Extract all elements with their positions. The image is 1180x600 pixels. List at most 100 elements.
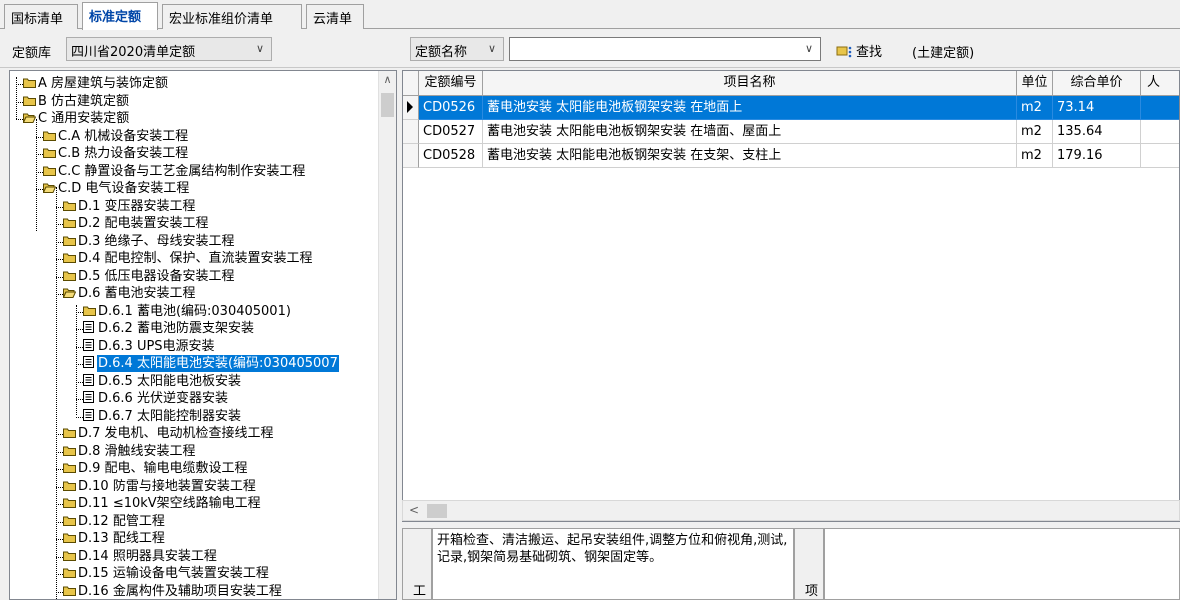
work-content-tab[interactable]: 工 (402, 528, 432, 600)
row-indicator[interactable] (403, 96, 419, 120)
tree-node[interactable]: C 通用安装定额 (22, 110, 130, 127)
table-cell-price: 73.14 (1053, 96, 1141, 120)
scroll-up-icon[interactable]: ∧ (379, 73, 396, 86)
tree-node[interactable]: D.6.4 太阳能电池安装(编码:030405007 (83, 355, 339, 372)
tree-node[interactable]: D.6 蓄电池安装工程 (62, 285, 197, 302)
work-content-tab-label: 工 (413, 584, 427, 599)
tree-node[interactable]: D.1 变压器安装工程 (63, 198, 197, 215)
tree-node[interactable]: D.14 照明器具安装工程 (63, 548, 218, 565)
tree-node-label: D.6.7 太阳能控制器安装 (98, 408, 241, 424)
folder-icon (63, 234, 76, 246)
tree-node[interactable]: D.7 发电机、电动机检查接线工程 (63, 425, 275, 442)
table-cell-code: CD0527 (419, 120, 483, 144)
tree-node[interactable]: D.5 低压电器设备安装工程 (63, 268, 236, 285)
tree-node[interactable]: C.D 电气设备安装工程 (42, 180, 190, 197)
chevron-down-icon: ∨ (255, 42, 265, 55)
tree-node[interactable]: C.A 机械设备安装工程 (43, 128, 189, 145)
tree-node[interactable]: D.6.7 太阳能控制器安装 (83, 408, 242, 425)
folder-icon (63, 496, 76, 508)
tree-node[interactable]: D.10 防雷与接地装置安装工程 (63, 478, 257, 495)
table-cell-price: 179.16 (1053, 144, 1141, 168)
tree-node-label: D.6.6 光伏逆变器安装 (98, 391, 228, 406)
tree-node[interactable]: D.9 配电、输电电缆敷设工程 (63, 460, 249, 477)
tree-node[interactable]: D.3 绝缘子、母线安装工程 (63, 233, 236, 250)
tree-node-label: B 仿古建筑定额 (38, 93, 130, 109)
column-header-name[interactable]: 项目名称 (483, 71, 1017, 96)
chevron-down-icon[interactable]: ∨ (802, 40, 816, 58)
tree-node[interactable]: D.16 金属构件及辅助项目安装工程 (63, 583, 283, 600)
search-button[interactable]: 查找 (836, 41, 882, 60)
document-icon (83, 321, 96, 333)
tab-cloud-list[interactable]: 云清单 (306, 4, 364, 29)
folder-icon (23, 94, 36, 106)
tree-node-label: D.16 金属构件及辅助项目安装工程 (78, 583, 282, 599)
tree-node[interactable]: D.2 配电装置安装工程 (63, 215, 210, 232)
tree-node-label: D.5 低压电器设备安装工程 (78, 268, 235, 284)
item-tab-label: 项 (805, 584, 819, 599)
tree-node-label: D.9 配电、输电电缆敷设工程 (78, 461, 248, 476)
scroll-left-icon[interactable]: < (409, 503, 419, 517)
tree-node[interactable]: D.6.5 太阳能电池板安装 (83, 373, 242, 390)
tree-node-label: D.11 ≤10kV架空线路输电工程 (78, 496, 261, 511)
row-indicator[interactable] (403, 120, 419, 144)
tree-node[interactable]: D.11 ≤10kV架空线路输电工程 (63, 495, 262, 512)
item-tab[interactable]: 项 (794, 528, 824, 600)
work-content-text: 开箱检查、清洁搬运、起吊安装组件,调整方位和俯视角,测试,记录,钢架简易基础砌筑… (432, 528, 794, 600)
scroll-thumb[interactable] (381, 93, 394, 117)
tree-node-label: C.A 机械设备安装工程 (58, 128, 189, 144)
column-header-code[interactable]: 定额编号 (419, 71, 483, 96)
tree-node-label: D.6.3 UPS电源安装 (98, 338, 215, 354)
table-cell-name: 蓄电池安装 太阳能电池板钢架安装 在地面上 (483, 96, 1017, 120)
tab-standard-quota[interactable]: 标准定额 (82, 2, 158, 30)
folder-icon (63, 251, 76, 263)
tree-node[interactable]: D.15 运输设备电气装置安装工程 (63, 565, 270, 582)
tree-node-label: C.D 电气设备安装工程 (58, 181, 190, 196)
tree-node-label: A 房屋建筑与装饰定额 (38, 76, 169, 91)
tree-node-label: C 通用安装定额 (38, 111, 130, 126)
column-header-labor[interactable]: 人 (1141, 71, 1179, 96)
search-input[interactable]: ∨ (509, 37, 821, 61)
column-header-price[interactable]: 综合单价 (1053, 71, 1141, 96)
scroll-thumb[interactable] (427, 504, 447, 518)
tab-hongye-list[interactable]: 宏业标准组价清单 (162, 4, 302, 29)
tree-node[interactable]: D.6.1 蓄电池(编码:030405001) (83, 303, 292, 320)
tree-node[interactable]: D.13 配线工程 (63, 530, 166, 547)
table-cell-unit: m2 (1017, 96, 1053, 120)
tree-node[interactable]: D.4 配电控制、保护、直流装置安装工程 (63, 250, 314, 267)
current-row-arrow-icon (407, 101, 413, 113)
library-select[interactable]: 四川省2020清单定额 ∨ (66, 37, 272, 61)
table-cell-code: CD0528 (419, 144, 483, 168)
tree-node-label: D.13 配线工程 (78, 531, 165, 546)
tree-node[interactable]: D.6.3 UPS电源安装 (83, 338, 216, 355)
folder-icon (63, 584, 76, 596)
tree-scrollbar[interactable]: ∧ (378, 71, 396, 599)
tree-node[interactable]: D.12 配管工程 (63, 513, 166, 530)
tree-node[interactable]: D.8 滑触线安装工程 (63, 443, 197, 460)
table-cell-unit: m2 (1017, 120, 1053, 144)
folder-icon (63, 216, 76, 228)
tree-node[interactable]: D.6.6 光伏逆变器安装 (83, 390, 229, 407)
folder-icon (63, 426, 76, 438)
tree-node-label: D.6.4 太阳能电池安装(编码:030405007 (97, 355, 339, 372)
table-cell (1141, 96, 1179, 120)
table-cell-price: 135.64 (1053, 120, 1141, 144)
folder-icon (63, 531, 76, 543)
column-header-unit[interactable]: 单位 (1017, 71, 1053, 96)
tree-node[interactable]: A 房屋建筑与装饰定额 (23, 75, 169, 92)
tab-national-list[interactable]: 国标清单 (4, 4, 78, 29)
tree-node-label: D.6.2 蓄电池防震支架安装 (98, 321, 254, 336)
folder-icon (43, 164, 56, 176)
tree-node[interactable]: C.C 静置设备与工艺金属结构制作安装工程 (43, 163, 306, 180)
tree-node[interactable]: D.6.2 蓄电池防震支架安装 (83, 320, 255, 337)
tree-node-label: D.15 运输设备电气装置安装工程 (78, 566, 269, 581)
tree-node[interactable]: C.B 热力设备安装工程 (43, 145, 189, 162)
folder-icon (83, 304, 96, 316)
tree-node-label: C.B 热力设备安装工程 (58, 146, 189, 161)
tree-node-label: D.10 防雷与接地装置安装工程 (78, 478, 256, 494)
search-field-select[interactable]: 定额名称 ∨ (410, 37, 504, 61)
tree-node[interactable]: B 仿古建筑定额 (23, 93, 130, 110)
row-indicator[interactable] (403, 144, 419, 168)
tree-node-label: D.6 蓄电池安装工程 (78, 286, 196, 301)
quota-tree[interactable]: A 房屋建筑与装饰定额 B 仿古建筑定额 C 通用安装定额 C.A 机械设备安装工程 C… (9, 70, 397, 600)
grid-horizontal-scrollbar[interactable]: < (402, 500, 1180, 521)
